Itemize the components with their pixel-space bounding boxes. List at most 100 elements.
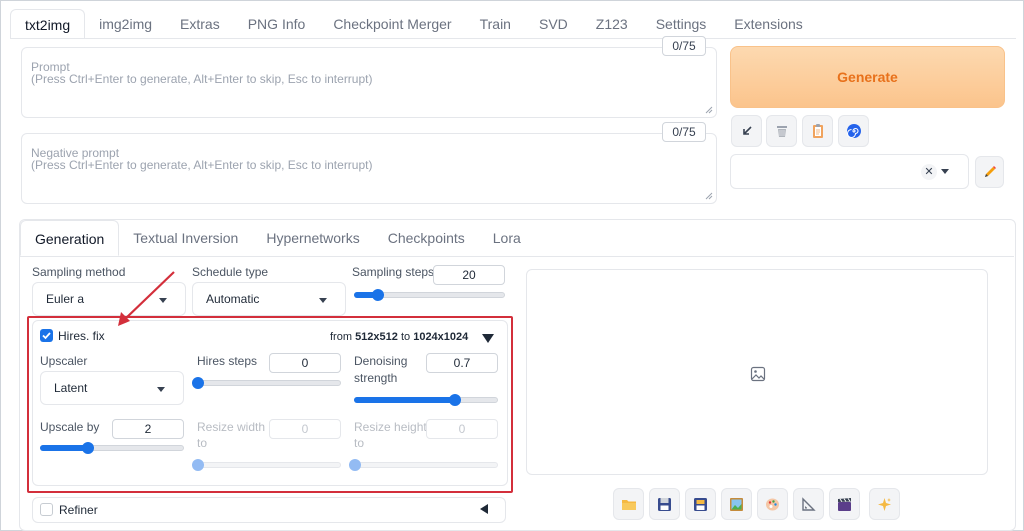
upscaler-dropdown[interactable]: Latent xyxy=(40,371,184,405)
send-to-video-button[interactable] xyxy=(829,488,860,520)
resize-grip-icon[interactable] xyxy=(705,106,713,114)
chevron-down-icon xyxy=(157,387,165,392)
tab-hypernetworks[interactable]: Hypernetworks xyxy=(252,220,373,256)
refiner-label: Refiner xyxy=(59,503,98,517)
image-placeholder-icon xyxy=(750,366,766,382)
generation-tabs: Generation Textual Inversion Hypernetwor… xyxy=(20,220,535,256)
chevron-down-icon[interactable] xyxy=(941,169,949,174)
open-folder-button[interactable] xyxy=(613,488,644,520)
tab-generation[interactable]: Generation xyxy=(20,220,120,256)
tab-svd[interactable]: SVD xyxy=(525,9,582,39)
sampling-steps-input[interactable]: 20 xyxy=(433,265,505,285)
send-to-img2img-button[interactable] xyxy=(721,488,752,520)
resize-height-label-line2: to xyxy=(354,436,365,450)
negative-prompt-token-counter: 0/75 xyxy=(662,122,706,142)
generate-button[interactable]: Generate xyxy=(730,46,1005,108)
collapse-toggle-icon[interactable] xyxy=(482,334,494,343)
hires-steps-slider[interactable] xyxy=(192,377,341,389)
prompt-placeholder: (Press Ctrl+Enter to generate, Alt+Enter… xyxy=(31,72,373,86)
clipboard-icon xyxy=(812,124,823,138)
apply-styles-button[interactable] xyxy=(802,115,833,147)
slider-thumb[interactable] xyxy=(192,459,204,471)
subtab-divider xyxy=(20,256,1014,257)
upscale-by-label: Upscale by xyxy=(40,420,100,434)
expand-toggle-icon[interactable] xyxy=(480,504,488,514)
tab-checkpoints[interactable]: Checkpoints xyxy=(374,220,479,256)
video-icon xyxy=(838,497,851,511)
sparkle-icon xyxy=(878,497,891,511)
edit-styles-button[interactable] xyxy=(975,156,1004,188)
schedule-type-dropdown[interactable]: Automatic xyxy=(192,282,346,316)
tab-lora[interactable]: Lora xyxy=(479,220,535,256)
spiral-icon xyxy=(846,124,861,139)
refiner-panel xyxy=(32,497,506,523)
zip-icon xyxy=(694,497,707,511)
enhance-button[interactable] xyxy=(869,488,900,520)
save-button[interactable] xyxy=(649,488,680,520)
slider-thumb[interactable] xyxy=(349,459,361,471)
zip-button[interactable] xyxy=(685,488,716,520)
clear-prompt-button[interactable] xyxy=(766,115,797,147)
sampling-method-value: Euler a xyxy=(46,292,85,306)
tab-extensions[interactable]: Extensions xyxy=(720,9,816,39)
sampling-steps-slider[interactable] xyxy=(354,289,505,301)
hires-fix-checkbox[interactable] xyxy=(40,329,53,342)
image-output-area xyxy=(526,269,988,475)
tab-txt2img[interactable]: txt2img xyxy=(10,9,86,39)
upscale-by-slider[interactable] xyxy=(40,442,184,454)
read-params-button[interactable] xyxy=(731,115,762,147)
resize-width-slider[interactable] xyxy=(192,459,341,471)
tab-img2img[interactable]: img2img xyxy=(85,9,166,39)
annotation-arrow-icon xyxy=(118,271,175,326)
sampling-steps-label: Sampling steps xyxy=(352,265,435,279)
check-icon xyxy=(42,332,51,340)
hires-size-summary: from 512x512 to 1024x1024 xyxy=(330,331,468,343)
tab-z123[interactable]: Z123 xyxy=(582,9,642,39)
tab-textual-inversion[interactable]: Textual Inversion xyxy=(119,220,252,256)
ruler-icon xyxy=(802,496,816,511)
folder-icon xyxy=(621,500,636,510)
tab-divider xyxy=(10,38,1016,39)
prompt-textarea[interactable]: Prompt (Press Ctrl+Enter to generate, Al… xyxy=(21,47,717,118)
resize-grip-icon[interactable] xyxy=(705,192,713,200)
denoising-label-line2: strength xyxy=(354,371,398,385)
denoising-strength-input[interactable]: 0.7 xyxy=(426,353,498,373)
slider-thumb[interactable] xyxy=(372,289,385,301)
hires-steps-input[interactable]: 0 xyxy=(269,353,341,373)
clear-icon[interactable]: ✕ xyxy=(921,164,937,180)
resize-height-input[interactable]: 0 xyxy=(426,419,498,439)
tab-png-info[interactable]: PNG Info xyxy=(234,9,320,39)
to-size: 1024x1024 xyxy=(413,331,469,343)
negative-prompt-textarea[interactable]: Negative prompt (Press Ctrl+Enter to gen… xyxy=(21,133,717,204)
arrow-icon xyxy=(742,126,752,135)
from-size: 512x512 xyxy=(355,331,398,343)
to-prefix: to xyxy=(400,331,411,343)
send-to-inpaint-button[interactable] xyxy=(757,488,788,520)
schedule-type-value: Automatic xyxy=(206,292,260,306)
denoising-strength-slider[interactable] xyxy=(354,394,498,406)
tab-extras[interactable]: Extras xyxy=(166,9,234,39)
tab-train[interactable]: Train xyxy=(466,9,525,39)
styles-dropdown[interactable]: ✕ xyxy=(730,154,969,189)
upscaler-label: Upscaler xyxy=(40,354,88,368)
slider-thumb[interactable] xyxy=(81,442,94,454)
tab-checkpoint-merger[interactable]: Checkpoint Merger xyxy=(319,9,465,39)
pencil-icon xyxy=(984,166,996,177)
resize-height-label: Resize height xyxy=(354,420,427,434)
prompt-token-counter: 0/75 xyxy=(662,36,706,56)
restore-progress-button[interactable] xyxy=(838,115,869,147)
from-prefix: from xyxy=(330,331,352,343)
resize-width-input[interactable]: 0 xyxy=(269,419,341,439)
send-to-extras-button[interactable] xyxy=(793,488,824,520)
slider-thumb[interactable] xyxy=(192,377,204,389)
resize-width-label-line2: to xyxy=(197,436,208,450)
resize-height-slider[interactable] xyxy=(349,459,498,471)
tab-settings[interactable]: Settings xyxy=(642,9,721,39)
upscale-by-input[interactable]: 2 xyxy=(112,419,184,439)
palette-icon xyxy=(766,498,779,510)
trash-icon xyxy=(776,126,787,137)
refiner-checkbox[interactable] xyxy=(40,503,53,516)
slider-thumb[interactable] xyxy=(448,394,461,406)
resize-width-label: Resize width xyxy=(197,420,266,434)
hires-steps-label: Hires steps xyxy=(197,354,258,368)
